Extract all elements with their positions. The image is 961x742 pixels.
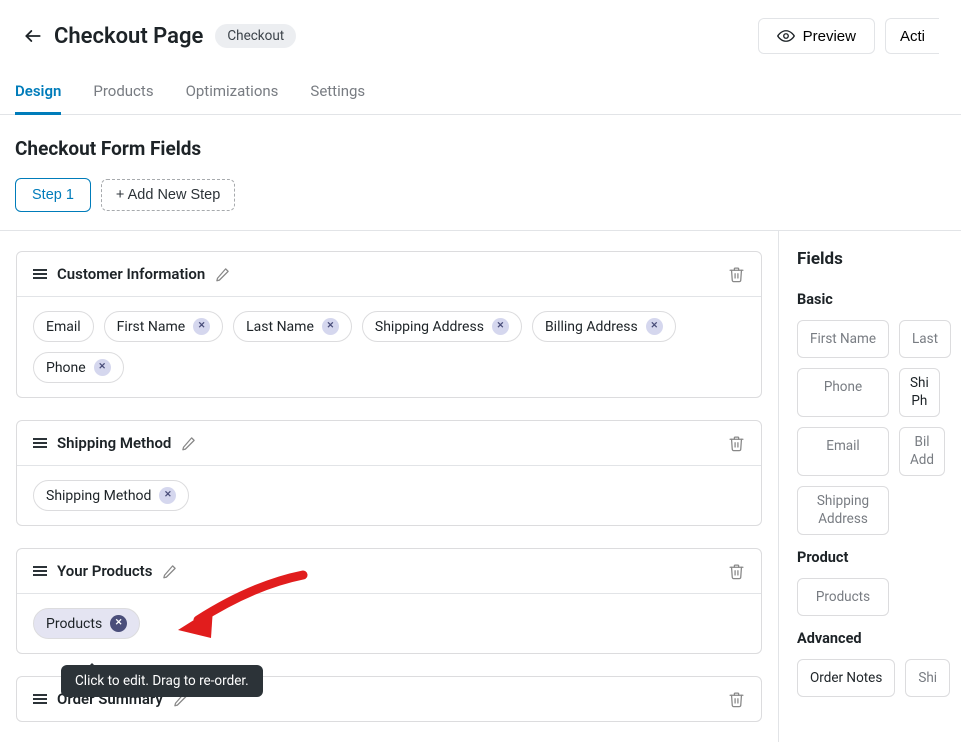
- sidebar-chip-products[interactable]: Products: [797, 578, 889, 616]
- drag-handle-icon[interactable]: [33, 694, 47, 703]
- sidebar-heading: Fields: [797, 249, 961, 269]
- drag-handle-icon[interactable]: [33, 566, 47, 575]
- sidebar-chip-last-name[interactable]: Last: [899, 320, 951, 358]
- edit-icon[interactable]: [215, 267, 230, 282]
- actions-button[interactable]: Acti: [885, 18, 939, 54]
- close-icon[interactable]: ✕: [159, 487, 176, 504]
- sidebar-group-advanced: Advanced: [797, 630, 961, 647]
- tab-design[interactable]: Design: [15, 82, 61, 115]
- delete-icon[interactable]: [728, 266, 745, 283]
- card-shipping-method: Shipping Method Shipping Method✕: [16, 420, 762, 526]
- header-actions: Preview Acti: [758, 18, 939, 54]
- field-tooltip: Click to edit. Drag to re-order.: [61, 665, 263, 697]
- sidebar-chip-order-notes[interactable]: Order Notes: [797, 659, 895, 697]
- preview-label: Preview: [803, 28, 856, 45]
- tab-optimizations[interactable]: Optimizations: [186, 82, 279, 114]
- card-body: Products✕: [17, 594, 761, 653]
- card-body: Email First Name✕ Last Name✕ Shipping Ad…: [17, 297, 761, 397]
- field-chip-email[interactable]: Email: [33, 311, 94, 342]
- close-icon[interactable]: ✕: [492, 318, 509, 335]
- field-chip-billing-address[interactable]: Billing Address✕: [532, 311, 676, 342]
- preview-button[interactable]: Preview: [758, 18, 875, 54]
- card-customer-information: Customer Information Email First Name✕ L…: [16, 251, 762, 398]
- close-icon[interactable]: ✕: [110, 615, 127, 632]
- page-title: Checkout Page: [54, 24, 203, 49]
- add-step-button[interactable]: + Add New Step: [101, 179, 235, 211]
- field-chip-first-name[interactable]: First Name✕: [104, 311, 223, 342]
- delete-icon[interactable]: [728, 563, 745, 580]
- step-1-chip[interactable]: Step 1: [15, 178, 91, 212]
- sidebar-group-basic: Basic: [797, 291, 961, 308]
- back-arrow-icon[interactable]: [22, 25, 44, 47]
- card-header: Shipping Method: [17, 421, 761, 466]
- card-title: Customer Information: [57, 265, 205, 283]
- sidebar-chip-billing-address[interactable]: Bil Add: [899, 427, 945, 476]
- steps-row: Step 1 + Add New Step: [0, 160, 961, 230]
- sidebar-chip-email[interactable]: Email: [797, 427, 889, 476]
- tabs-row: Design Products Optimizations Settings: [0, 54, 961, 115]
- tab-products[interactable]: Products: [93, 82, 153, 114]
- delete-icon[interactable]: [728, 691, 745, 708]
- header: Checkout Page Checkout Preview Acti: [0, 0, 961, 54]
- delete-icon[interactable]: [728, 435, 745, 452]
- sidebar-group-product: Product: [797, 549, 961, 566]
- field-chip-products[interactable]: Products✕: [33, 608, 140, 639]
- close-icon[interactable]: ✕: [193, 318, 210, 335]
- close-icon[interactable]: ✕: [94, 359, 111, 376]
- tab-settings[interactable]: Settings: [310, 82, 365, 114]
- sidebar-chip-phone[interactable]: Phone: [797, 368, 889, 417]
- drag-handle-icon[interactable]: [33, 269, 47, 278]
- sidebar-chip-shipping[interactable]: Shi: [905, 659, 950, 697]
- edit-icon[interactable]: [162, 564, 177, 579]
- sidebar-chip-shipping-phone[interactable]: Shi Ph: [899, 368, 940, 417]
- card-header: Customer Information: [17, 252, 761, 297]
- close-icon[interactable]: ✕: [646, 318, 663, 335]
- step-type-badge: Checkout: [215, 24, 296, 48]
- fields-sidebar: Fields Basic First Name Last Phone Shi P…: [778, 231, 961, 742]
- drag-handle-icon[interactable]: [33, 438, 47, 447]
- card-your-products: Your Products Products✕: [16, 548, 762, 654]
- card-body: Shipping Method✕: [17, 466, 761, 525]
- edit-icon[interactable]: [181, 436, 196, 451]
- field-chip-last-name[interactable]: Last Name✕: [233, 311, 352, 342]
- section-heading: Checkout Form Fields: [0, 115, 961, 160]
- field-chip-phone[interactable]: Phone✕: [33, 352, 124, 383]
- field-chip-shipping-method[interactable]: Shipping Method✕: [33, 480, 189, 511]
- card-title: Shipping Method: [57, 434, 171, 452]
- card-header: Your Products: [17, 549, 761, 594]
- card-title: Your Products: [57, 562, 152, 580]
- eye-icon: [777, 27, 795, 45]
- field-chip-shipping-address[interactable]: Shipping Address✕: [362, 311, 522, 342]
- close-icon[interactable]: ✕: [322, 318, 339, 335]
- sidebar-chip-first-name[interactable]: First Name: [797, 320, 889, 358]
- sidebar-chip-shipping-address[interactable]: Shipping Address: [797, 486, 889, 535]
